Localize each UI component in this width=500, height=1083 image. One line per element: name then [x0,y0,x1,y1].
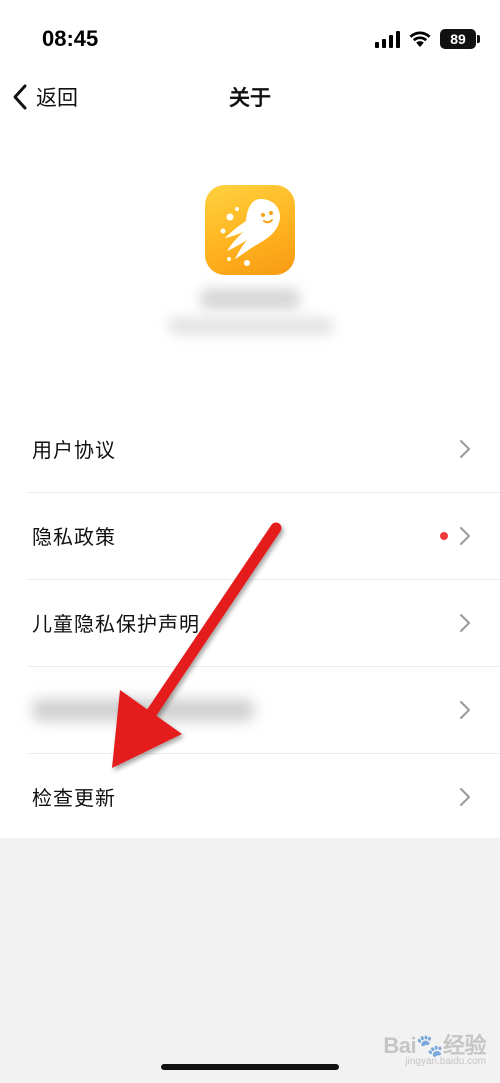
chevron-right-icon [460,788,470,806]
watermark-url: jingyan.baidu.com [405,1056,486,1067]
home-indicator[interactable] [161,1064,339,1070]
status-icons: 89 [375,28,480,50]
menu-item-children-privacy[interactable]: 儿童隐私保护声明 [0,579,500,666]
menu-item-label: 检查更新 [32,786,116,810]
about-menu-list: 用户协议 隐私政策 儿童隐私保护声明 检查更新 [0,405,500,840]
menu-item-label: 儿童隐私保护声明 [32,612,200,636]
status-time: 08:45 [42,26,99,51]
app-name-redacted [200,288,300,310]
menu-item-label: 隐私政策 [32,525,116,549]
unread-dot-badge [440,532,448,540]
battery-icon: 89 [440,29,480,49]
menu-item-redacted[interactable] [0,666,500,753]
menu-item-check-update[interactable]: 检查更新 [0,753,500,840]
menu-item-user-agreement[interactable]: 用户协议 [0,405,500,492]
chevron-right-icon [460,701,470,719]
cellular-signal-icon [375,30,400,48]
redacted-label [32,698,254,721]
comet-mascot-icon [220,199,281,266]
chevron-right-icon [460,440,470,458]
page-title: 关于 [229,86,271,110]
wifi-icon [409,31,431,47]
app-logo [205,185,295,275]
chevron-right-icon [460,614,470,632]
menu-item-label: 用户协议 [32,438,116,462]
menu-item-privacy-policy[interactable]: 隐私政策 [0,492,500,579]
app-version-redacted [168,317,334,335]
chevron-right-icon [460,527,470,545]
